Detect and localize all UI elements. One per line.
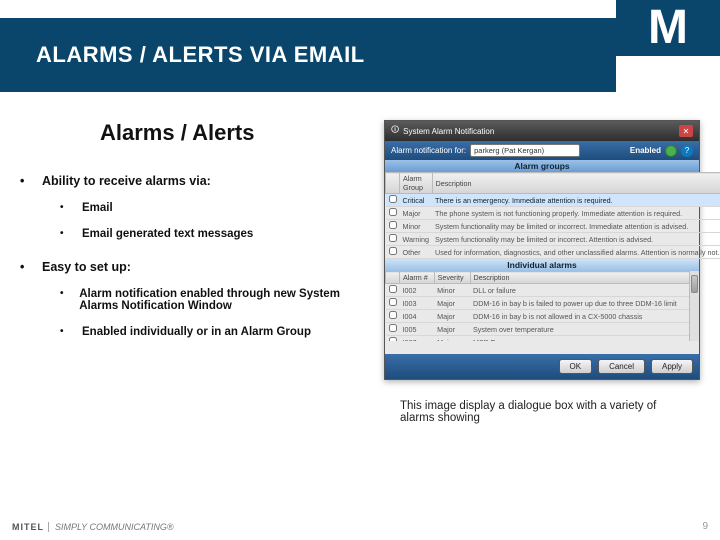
bullet-icon: •	[60, 202, 70, 214]
table-row[interactable]: I007MajorMSP Error	[386, 336, 699, 342]
bullet-icon: •	[20, 260, 30, 274]
col-header: Alarm Group	[400, 173, 433, 194]
dialog-titlebar: 🛈 System Alarm Notification ✕	[385, 121, 699, 141]
image-caption: This image display a dialogue box with a…	[400, 400, 680, 424]
table-row[interactable]: WarningSystem functionality may be limit…	[386, 233, 720, 246]
row-checkbox[interactable]	[389, 285, 397, 293]
row-checkbox[interactable]	[389, 337, 397, 341]
table-row[interactable]: OtherUsed for information, diagnostics, …	[386, 246, 720, 259]
scrollbar-thumb[interactable]	[691, 275, 698, 293]
table-row[interactable]: I003MajorDDM-16 in bay b is failed to po…	[386, 297, 699, 310]
col-header: Alarm #	[400, 272, 435, 284]
dialog-title: System Alarm Notification	[403, 127, 494, 136]
table-row[interactable]: I004MajorDDM-16 in bay b is not allowed …	[386, 310, 699, 323]
row-checkbox[interactable]	[389, 208, 397, 216]
list-item: Email	[82, 202, 113, 214]
list-item: Ability to receive alarms via:	[42, 174, 211, 188]
individual-alarms-table: Alarm # Severity Description I002MinorDL…	[385, 271, 699, 341]
cancel-button[interactable]: Cancel	[598, 359, 645, 374]
page-title: ALARMS / ALERTS VIA EMAIL	[36, 42, 365, 68]
table-row[interactable]: I002MinorDLL or failure	[386, 284, 699, 297]
bullet-icon: •	[20, 174, 30, 188]
list-item: Email generated text messages	[82, 228, 253, 240]
page-number: 9	[702, 521, 708, 532]
list-item: Easy to set up:	[42, 260, 131, 274]
brand-logo: M	[616, 0, 720, 56]
alarm-groups-table: Alarm Group Description CriticalThere is…	[385, 172, 720, 259]
dialog-toolbar: Alarm notification for: parkerg (Pat Ker…	[385, 141, 699, 160]
table-row[interactable]: CriticalThere is an emergency. Immediate…	[386, 194, 720, 207]
individual-alarms-header: Individual alarms	[385, 259, 699, 271]
help-icon[interactable]: ?	[681, 145, 693, 157]
apply-button[interactable]: Apply	[651, 359, 693, 374]
row-checkbox[interactable]	[389, 324, 397, 332]
footer-tagline: SIMPLY COMMUNICATING®	[48, 522, 173, 532]
bullet-icon: •	[60, 228, 70, 240]
alarm-dialog: 🛈 System Alarm Notification ✕ Alarm noti…	[384, 120, 700, 380]
row-checkbox[interactable]	[389, 247, 397, 255]
bullet-icon: •	[60, 288, 67, 312]
enabled-label: Enabled	[630, 146, 661, 155]
col-header: Severity	[434, 272, 470, 284]
bullet-icon: •	[60, 326, 70, 338]
alarm-groups-header: Alarm groups	[385, 160, 699, 172]
user-combo[interactable]: parkerg (Pat Kergan)	[470, 144, 580, 157]
footer-brand: MITEL	[12, 522, 44, 532]
table-row[interactable]: I005MajorSystem over temperature	[386, 323, 699, 336]
list-item: Enabled individually or in an Alarm Grou…	[82, 326, 311, 338]
list-item: Alarm notification enabled through new S…	[79, 288, 380, 312]
toolbar-label: Alarm notification for:	[391, 146, 466, 155]
ok-button[interactable]: OK	[559, 359, 593, 374]
row-checkbox[interactable]	[389, 298, 397, 306]
col-header: Description	[432, 173, 720, 194]
row-checkbox[interactable]	[389, 234, 397, 242]
table-row[interactable]: MajorThe phone system is not functioning…	[386, 207, 720, 220]
close-icon[interactable]: ✕	[679, 125, 693, 137]
scrollbar[interactable]	[689, 271, 699, 341]
dialog-button-row: OK Cancel Apply	[385, 354, 699, 379]
col-header: Description	[470, 272, 699, 284]
title-band: ALARMS / ALERTS VIA EMAIL	[0, 18, 616, 92]
row-checkbox[interactable]	[389, 311, 397, 319]
table-row[interactable]: MinorSystem functionality may be limited…	[386, 220, 720, 233]
row-checkbox[interactable]	[389, 195, 397, 203]
alarm-icon: 🛈	[391, 124, 399, 138]
enabled-toggle[interactable]	[665, 145, 677, 157]
row-checkbox[interactable]	[389, 221, 397, 229]
bullet-list: • Ability to receive alarms via: • Email •…	[20, 174, 380, 358]
footer: MITEL SIMPLY COMMUNICATING® 9	[12, 521, 708, 532]
logo-letter: M	[648, 4, 688, 52]
